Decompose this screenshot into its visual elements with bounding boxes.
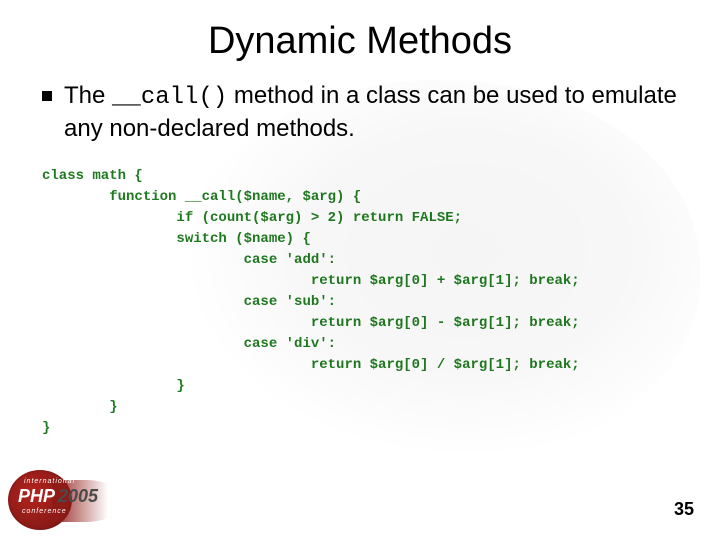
bullet-square-icon	[42, 91, 52, 101]
page-number: 35	[674, 499, 694, 520]
logo-line1: international	[24, 478, 75, 485]
code-block: class math { function __call($name, $arg…	[42, 166, 682, 439]
slide-title: Dynamic Methods	[0, 0, 720, 63]
logo-year: 2005	[58, 486, 98, 507]
bullet-code: __call()	[112, 84, 227, 111]
logo-line3: conference	[22, 508, 67, 515]
bullet-pre: The	[64, 82, 112, 109]
conference-logo: international PHP 2005 conference	[8, 464, 148, 534]
slide-body: The __call() method in a class can be us…	[0, 63, 720, 439]
bullet-item: The __call() method in a class can be us…	[42, 81, 682, 144]
logo-line2: PHP	[18, 486, 55, 507]
bullet-text: The __call() method in a class can be us…	[64, 81, 682, 144]
slide: Dynamic Methods The __call() method in a…	[0, 0, 720, 540]
